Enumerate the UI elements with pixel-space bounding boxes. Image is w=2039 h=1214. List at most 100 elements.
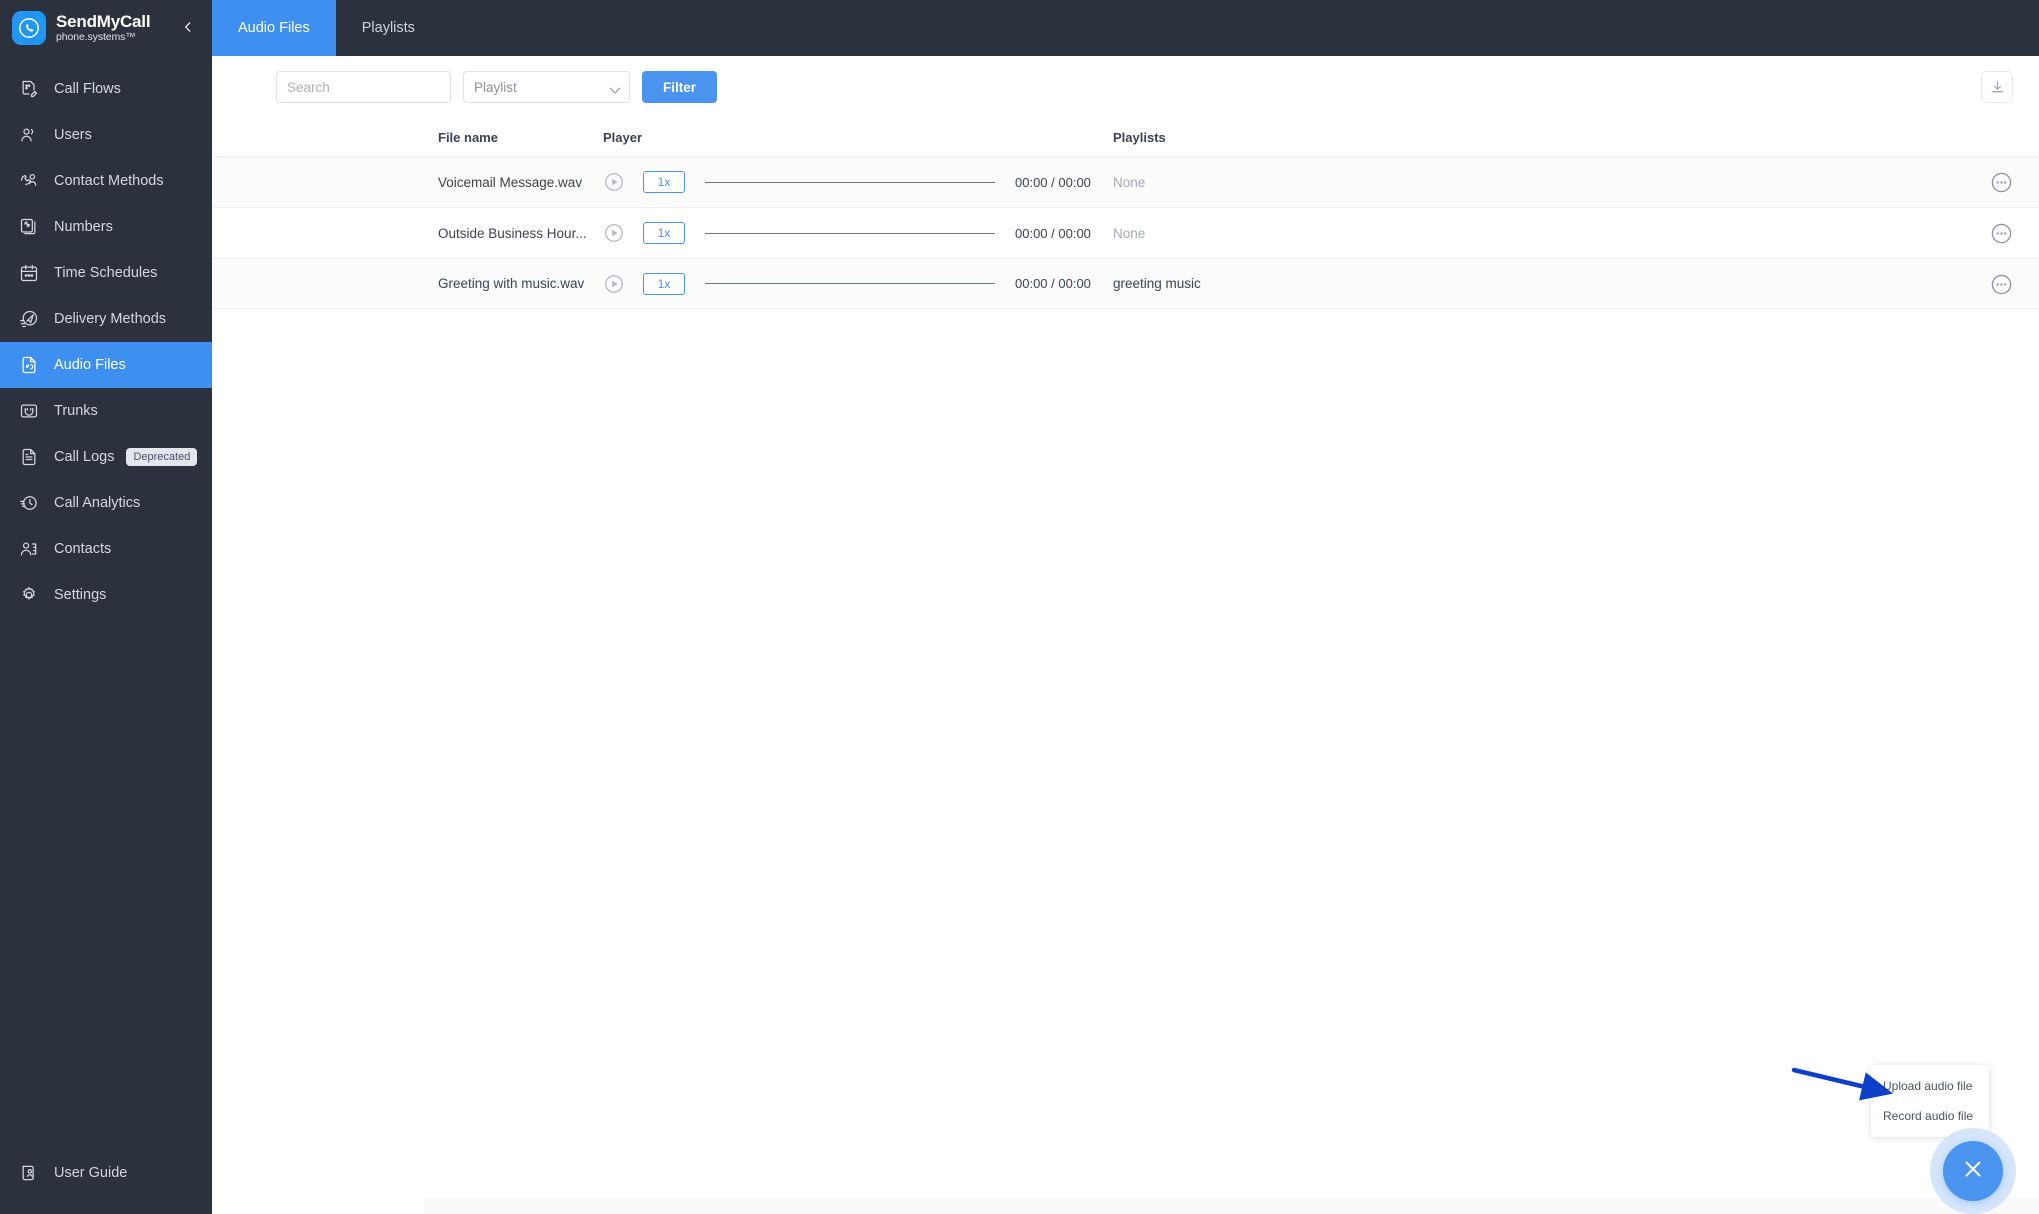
sidebar-item-call-analytics[interactable]: Call Analytics — [0, 480, 212, 526]
playback-time: 00:00 / 00:00 — [1015, 225, 1091, 241]
play-circle-icon[interactable] — [603, 273, 625, 295]
sidebar-item-users[interactable]: Users — [0, 112, 212, 158]
contact-methods-icon — [16, 168, 42, 194]
sidebar-item-contact-methods[interactable]: Contact Methods — [0, 158, 212, 204]
cell-playlist: greeting music — [1113, 276, 1201, 291]
sidebar-item-label: Delivery Methods — [54, 311, 167, 327]
menu-item-upload-audio-file[interactable]: Upload audio file — [1871, 1071, 1989, 1101]
sidebar-item-label: Numbers — [54, 219, 113, 235]
sidebar-item-audio-files[interactable]: Audio Files — [0, 342, 212, 388]
cell-file-name: Greeting with music.wav — [438, 276, 585, 291]
cell-player: 1x 00:00 / 00:00 — [603, 272, 1113, 295]
sidebar-item-label: Settings — [54, 587, 107, 603]
play-circle-icon[interactable] — [603, 222, 625, 244]
sidebar-nav: Call Flows Users Contact Methods Numbers… — [0, 66, 212, 1150]
column-header-player: Player — [603, 129, 643, 145]
app-root: SendMyCall phone.systems™ Call Flows Use… — [0, 0, 2039, 1214]
sidebar-item-settings[interactable]: Settings — [0, 572, 212, 618]
progress-slider[interactable] — [705, 283, 995, 284]
progress-slider[interactable] — [705, 181, 995, 183]
column-header-file-name: File name — [438, 129, 498, 145]
status-badge: Deprecated — [126, 448, 198, 466]
sidebar-item-numbers[interactable]: Numbers — [0, 204, 212, 250]
playback-speed-button[interactable]: 1x — [643, 171, 685, 193]
sidebar-item-label: Call Analytics — [54, 495, 141, 511]
delivery-icon — [16, 306, 42, 332]
sidebar-item-call-logs[interactable]: Call Logs Deprecated — [0, 434, 212, 480]
document-icon — [16, 444, 42, 470]
cell-playlist: None — [1113, 174, 1146, 190]
chevron-left-icon[interactable] — [178, 17, 198, 37]
table-row[interactable]: Outside Business Hour... 1x 00:00 / 00:0… — [212, 207, 2039, 258]
sidebar: SendMyCall phone.systems™ Call Flows Use… — [0, 0, 212, 1214]
playlist-select-wrapper: Playlist — [463, 71, 630, 103]
table-row[interactable]: Voicemail Message.wav 1x 00:00 / 00:00 N… — [212, 156, 2039, 207]
user-guide-icon — [16, 1160, 42, 1186]
gear-icon — [16, 582, 42, 608]
phone-circle-icon — [12, 11, 46, 45]
filter-button[interactable]: Filter — [642, 71, 718, 103]
play-circle-icon[interactable] — [603, 171, 625, 193]
download-icon[interactable] — [1981, 71, 2013, 103]
audio-file-icon — [16, 352, 42, 378]
contacts-icon — [16, 536, 42, 562]
sidebar-item-label: Trunks — [54, 403, 98, 419]
more-options-icon[interactable] — [1990, 273, 2013, 296]
menu-item-record-audio-file[interactable]: Record audio file — [1871, 1101, 1989, 1131]
sidebar-item-label: User Guide — [54, 1165, 128, 1181]
close-x-icon — [1960, 1156, 1986, 1187]
numbers-icon — [16, 214, 42, 240]
table-row[interactable]: Greeting with music.wav 1x 00:00 / 00:00… — [212, 258, 2039, 309]
playback-speed-button[interactable]: 1x — [643, 272, 685, 295]
filter-toolbar: Playlist Filter — [212, 56, 2039, 118]
fab-close-button[interactable] — [1943, 1141, 2003, 1201]
tab-label: Playlists — [361, 20, 415, 36]
cell-file-name: Voicemail Message.wav — [438, 174, 583, 190]
sidebar-item-label: Users — [54, 127, 92, 143]
playlist-select[interactable]: Playlist — [463, 71, 630, 103]
playlist-select-value: Playlist — [474, 79, 517, 95]
brand-text: SendMyCall phone.systems™ — [56, 11, 151, 44]
playback-time: 00:00 / 00:00 — [1015, 174, 1091, 190]
users-icon — [16, 122, 42, 148]
search-input[interactable] — [276, 71, 451, 103]
analytics-clock-icon — [16, 490, 42, 516]
tab-label: Audio Files — [238, 20, 310, 36]
sidebar-item-trunks[interactable]: Trunks — [0, 388, 212, 434]
sidebar-item-user-guide[interactable]: User Guide — [0, 1150, 212, 1196]
sidebar-item-call-flows[interactable]: Call Flows — [0, 66, 212, 112]
playback-time: 00:00 / 00:00 — [1015, 276, 1091, 291]
sidebar-item-label: Audio Files — [54, 357, 126, 373]
sidebar-item-label: Call Flows — [54, 81, 121, 97]
brand-subtitle: phone.systems™ — [56, 31, 136, 44]
tab-audio-files[interactable]: Audio Files — [212, 0, 336, 56]
sidebar-item-delivery-methods[interactable]: Delivery Methods — [0, 296, 212, 342]
audio-files-table: File name Player Playlists Voicemail Mes… — [212, 118, 2039, 309]
call-flow-icon — [16, 76, 42, 102]
main-content: Audio Files Playlists Playlist Filter — [212, 0, 2039, 1214]
tab-playlists[interactable]: Playlists — [336, 0, 441, 56]
sidebar-item-label: Contact Methods — [54, 173, 164, 189]
cell-player: 1x 00:00 / 00:00 — [603, 171, 1113, 193]
cell-playlist: None — [1113, 225, 1146, 241]
trunk-icon — [16, 398, 42, 424]
more-options-icon[interactable] — [1990, 171, 2013, 194]
sidebar-item-label: Time Schedules — [54, 265, 158, 281]
progress-slider[interactable] — [705, 232, 995, 234]
tab-bar: Audio Files Playlists — [212, 0, 2039, 56]
more-options-icon[interactable] — [1990, 222, 2013, 245]
cell-file-name: Outside Business Hour... — [438, 225, 587, 241]
fab-action-menu: Upload audio file Record audio file — [1871, 1065, 1989, 1137]
sidebar-bottom: User Guide — [0, 1150, 212, 1214]
cell-player: 1x 00:00 / 00:00 — [603, 222, 1113, 244]
table-header: File name Player Playlists — [212, 118, 2039, 156]
footer-divider — [424, 1198, 2039, 1214]
column-header-playlists: Playlists — [1113, 129, 1166, 145]
sidebar-item-time-schedules[interactable]: Time Schedules — [0, 250, 212, 296]
sidebar-item-label: Contacts — [54, 541, 112, 557]
playback-speed-button[interactable]: 1x — [643, 222, 685, 244]
brand-name: SendMyCall — [56, 11, 151, 31]
brand-header: SendMyCall phone.systems™ — [0, 0, 212, 56]
calendar-icon — [16, 260, 42, 286]
sidebar-item-contacts[interactable]: Contacts — [0, 526, 212, 572]
